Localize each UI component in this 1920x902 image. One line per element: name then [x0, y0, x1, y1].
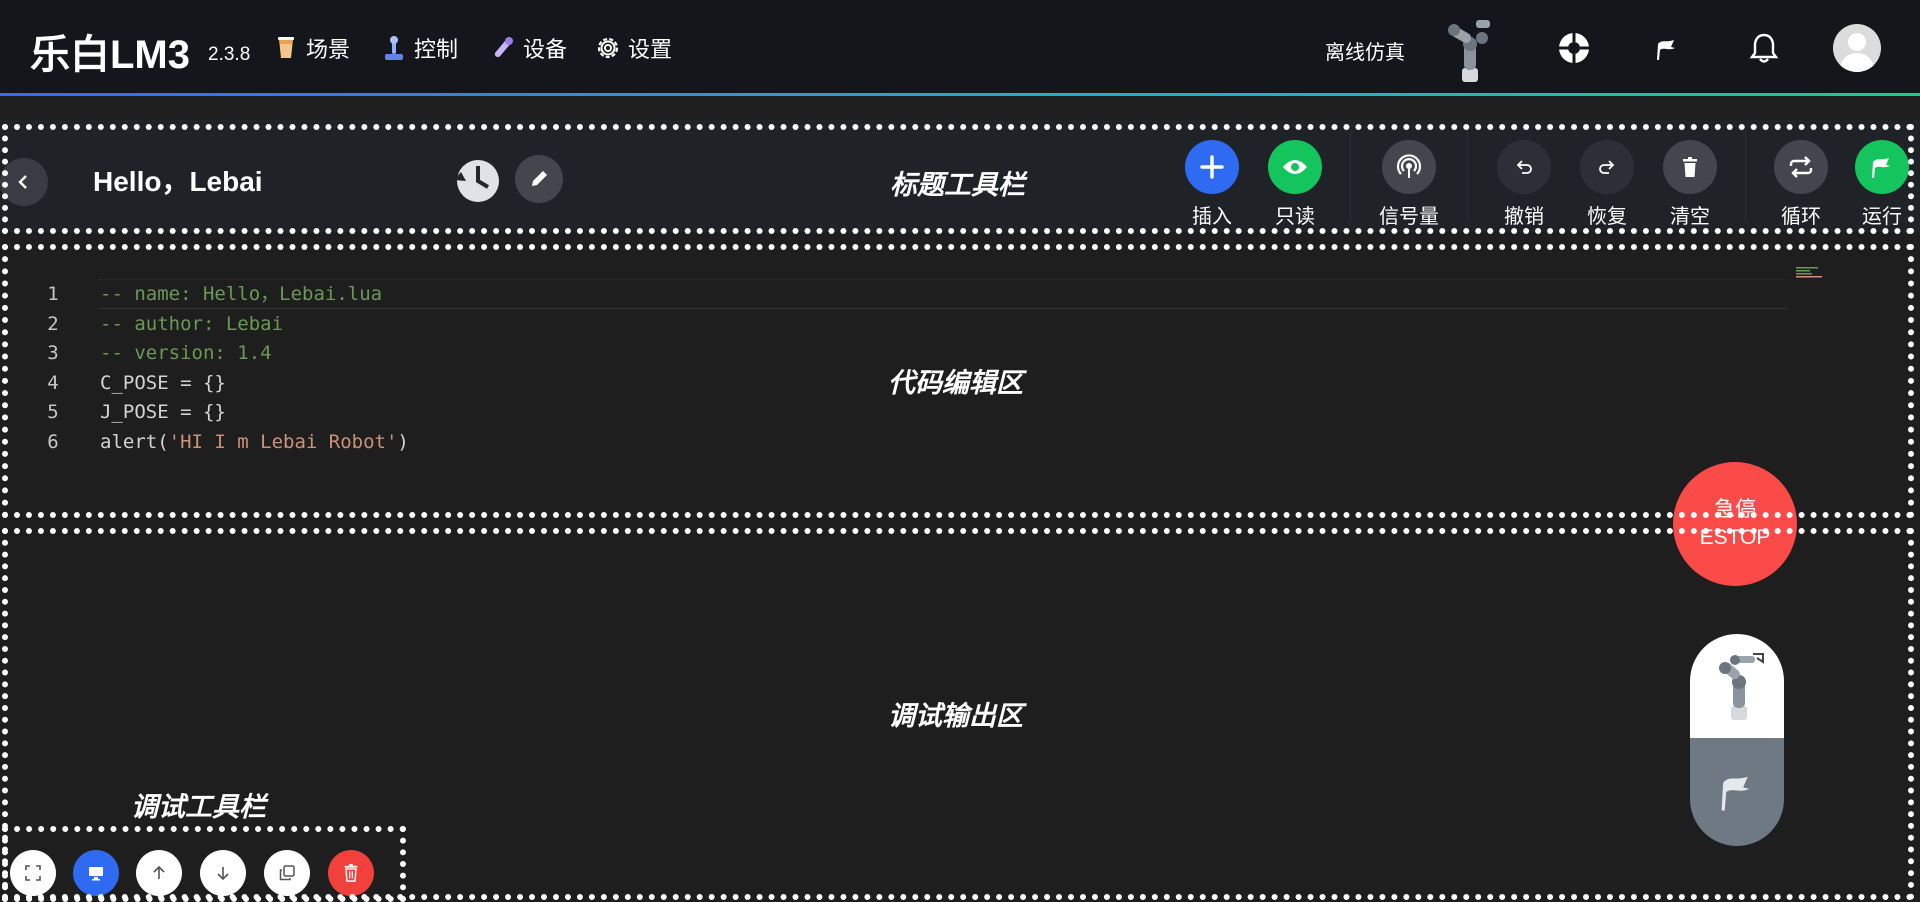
nav-item-settings[interactable]: 设置 — [594, 32, 672, 64]
gear-icon — [597, 37, 619, 59]
region-label-title-toolbar: 标题工具栏 — [890, 170, 1025, 200]
nav-label-control: 控制 — [414, 37, 459, 62]
app-version: 2.3.8 — [208, 44, 251, 65]
nav-label-scene: 场景 — [306, 37, 351, 62]
debug-toolbar-frame — [2, 826, 406, 902]
top-navigation-bar: 乐白LM3 2.3.8 场景 控制 设备 设置 离线仿真 — [0, 0, 1920, 96]
nav-item-device[interactable]: 设备 — [489, 32, 567, 64]
cup-icon — [278, 37, 294, 58]
app-name: 乐白LM3 — [30, 33, 190, 77]
top-accent-line — [0, 93, 1920, 96]
avatar[interactable] — [1833, 24, 1881, 72]
mode-label: 离线仿真 — [1325, 42, 1405, 64]
region-label-debug-output: 调试输出区 — [888, 701, 1023, 731]
region-label-code-editor: 代码编辑区 — [888, 368, 1023, 398]
flag-icon[interactable] — [1652, 34, 1682, 64]
region-label-debug-toolbar: 调试工具栏 — [131, 792, 266, 822]
nav-label-settings: 设置 — [628, 37, 673, 62]
joystick-icon — [385, 36, 403, 60]
nav-item-scene[interactable]: 场景 — [272, 32, 350, 64]
robot-arm-icon[interactable] — [1436, 14, 1500, 86]
nav-item-control[interactable]: 控制 — [380, 32, 458, 64]
lifebuoy-icon[interactable] — [1556, 30, 1592, 66]
nav-label-device: 设备 — [523, 37, 568, 62]
wand-icon — [494, 37, 513, 58]
bell-icon[interactable] — [1747, 31, 1781, 65]
